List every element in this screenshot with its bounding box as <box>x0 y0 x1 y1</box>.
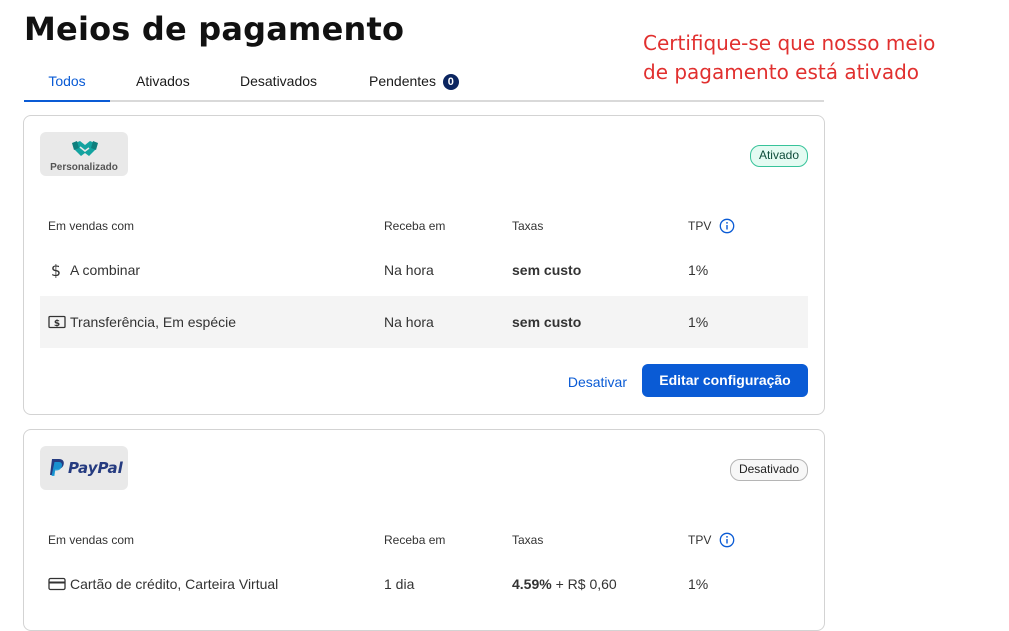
paypal-logo: PayPal <box>40 446 128 490</box>
table-row: $ A combinar Na hora sem custo 1% <box>40 244 808 296</box>
personalizado-logo: Personalizado <box>40 132 128 176</box>
dollar-icon: $ <box>51 262 61 278</box>
deactivate-button[interactable]: Desativar <box>568 366 627 399</box>
col-header-tpv: TPV <box>688 533 712 547</box>
row-receive: 1 dia <box>384 576 415 592</box>
tab-pendentes[interactable]: Pendentes 0 <box>369 62 459 100</box>
payment-method-card-personalizado: Personalizado Ativado Em vendas com Rece… <box>23 115 825 415</box>
handshake-icon <box>72 141 98 156</box>
credit-card-icon <box>48 577 66 591</box>
row-fees: sem custo <box>512 296 581 348</box>
svg-text:$: $ <box>54 319 60 329</box>
pending-count-badge: 0 <box>442 74 459 90</box>
status-badge-desativado: Desativado <box>729 459 808 481</box>
col-header-fees: Taxas <box>512 219 544 233</box>
svg-text:$: $ <box>51 262 61 278</box>
row-tpv: 1% <box>688 314 709 330</box>
row-receive: Na hora <box>384 262 434 278</box>
tab-todos[interactable]: Todos <box>24 62 110 102</box>
tab-ativados[interactable]: Ativados <box>136 62 190 100</box>
tab-desativados[interactable]: Desativados <box>240 62 317 100</box>
tab-pendentes-label: Pendentes <box>369 73 436 89</box>
paypal-wordmark: PayPal <box>68 459 123 477</box>
col-header-receive: Receba em <box>384 533 446 547</box>
personalizado-logo-label: Personalizado <box>50 162 118 173</box>
row-fees-value: sem custo <box>512 314 582 330</box>
col-header-fees: Taxas <box>512 533 544 547</box>
info-icon[interactable] <box>719 218 735 234</box>
payment-method-card-paypal: PayPal Desativado Em vendas com Receba e… <box>23 429 825 631</box>
col-header-sales: Em vendas com <box>48 533 135 547</box>
row-fees-value: 4.59% <box>512 576 552 592</box>
row-tpv: 1% <box>688 262 709 278</box>
annotation-note: Certifique-se que nosso meio de pagament… <box>643 31 936 84</box>
row-description: A combinar <box>70 262 141 278</box>
row-tpv: 1% <box>688 576 709 592</box>
edit-configuration-button[interactable]: Editar configuração <box>642 364 808 397</box>
col-header-tpv: TPV <box>688 219 712 233</box>
paypal-logo-icon <box>50 459 64 476</box>
info-icon[interactable] <box>719 532 735 548</box>
row-description: Cartão de crédito, Carteira Virtual <box>70 576 279 592</box>
status-badge-ativado: Ativado <box>749 145 808 167</box>
row-fees: sem custo <box>512 244 581 296</box>
col-header-receive: Receba em <box>384 219 446 233</box>
row-fees: 4.59% + R$ 0,60 <box>512 558 617 610</box>
col-header-sales: Em vendas com <box>48 219 135 233</box>
row-fees-value: sem custo <box>512 262 582 278</box>
row-fees-extra: + R$ 0,60 <box>551 576 617 592</box>
table-row: Cartão de crédito, Carteira Virtual 1 di… <box>40 558 808 610</box>
row-description: Transferência, Em espécie <box>70 314 236 330</box>
page-title: Meios de pagamento <box>24 10 405 48</box>
cash-icon: $ <box>48 315 66 329</box>
table-row: $ Transferência, Em espécie Na hora sem … <box>40 296 808 348</box>
row-receive: Na hora <box>384 314 434 330</box>
